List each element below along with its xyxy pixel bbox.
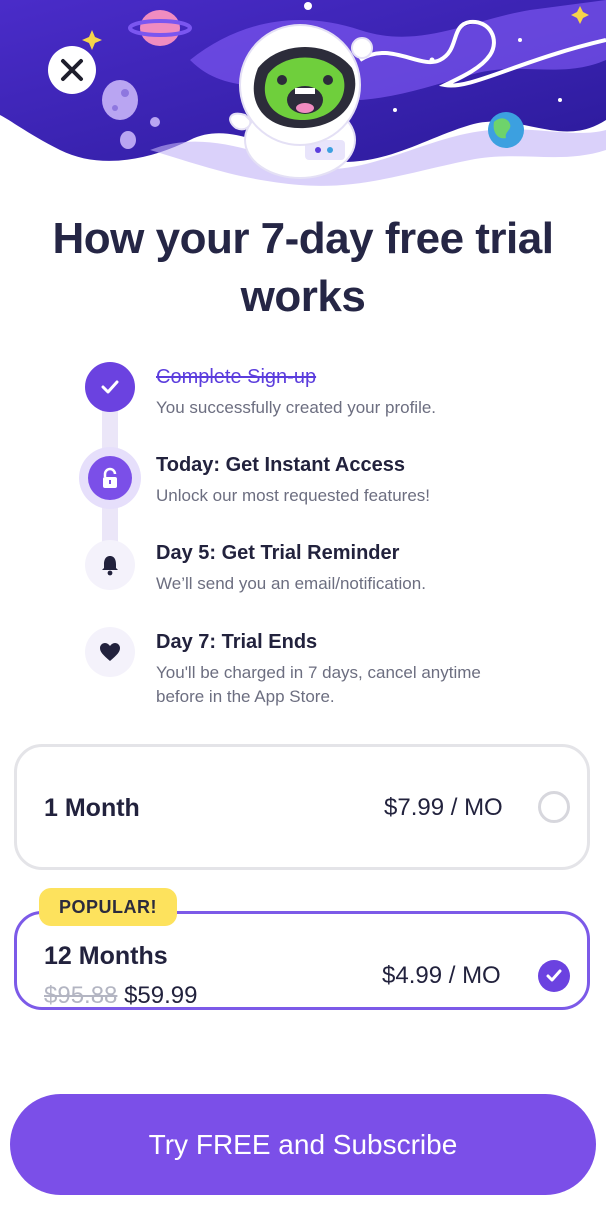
heart-icon	[100, 643, 120, 661]
page-title: How your 7-day free trial works	[52, 214, 554, 321]
check-icon	[546, 969, 562, 982]
close-button[interactable]	[48, 46, 96, 94]
step-title: Today: Get Instant Access	[156, 454, 405, 476]
close-icon	[61, 59, 83, 81]
step-description: You'll be charged in 7 days, cancel anyt…	[156, 663, 481, 706]
plan-name: 1 Month	[44, 794, 140, 822]
plan-pricing-compare: $95.88 $59.99	[44, 982, 197, 1010]
astronaut-space-illustration	[0, 0, 606, 190]
step-icon-wrapper	[85, 362, 135, 412]
popular-badge: POPULAR!	[39, 888, 177, 926]
step-title: Day 5: Get Trial Reminder	[156, 542, 400, 564]
radio-checked[interactable]	[538, 960, 570, 992]
plan-price: $4.99 / MO	[382, 962, 501, 989]
step-icon-halo	[79, 447, 141, 509]
step-title: Day 7: Trial Ends	[156, 631, 318, 653]
plan-option-1-month[interactable]: 1 Month $7.99 / MO	[14, 744, 590, 870]
step-icon-wrapper	[85, 540, 135, 590]
step-description: Unlock our most requested features!	[156, 486, 431, 505]
hero-banner	[0, 0, 606, 190]
step-description: We’ll send you an email/notification.	[156, 574, 426, 593]
step-icon-wrapper	[85, 627, 135, 677]
plan-name: 12 Months	[44, 942, 168, 970]
subscribe-button[interactable]: Try FREE and Subscribe	[10, 1094, 596, 1195]
radio-unchecked[interactable]	[538, 791, 570, 823]
lock-icon	[103, 467, 117, 488]
step-title: Complete Sign-up	[156, 366, 317, 388]
check-icon	[101, 380, 119, 394]
old-price: $95.88	[44, 982, 118, 1009]
step-description: You successfully created your profile.	[156, 398, 437, 417]
plan-price: $7.99 / MO	[384, 794, 503, 821]
bell-icon	[102, 556, 118, 576]
new-price: $59.99	[124, 982, 198, 1009]
